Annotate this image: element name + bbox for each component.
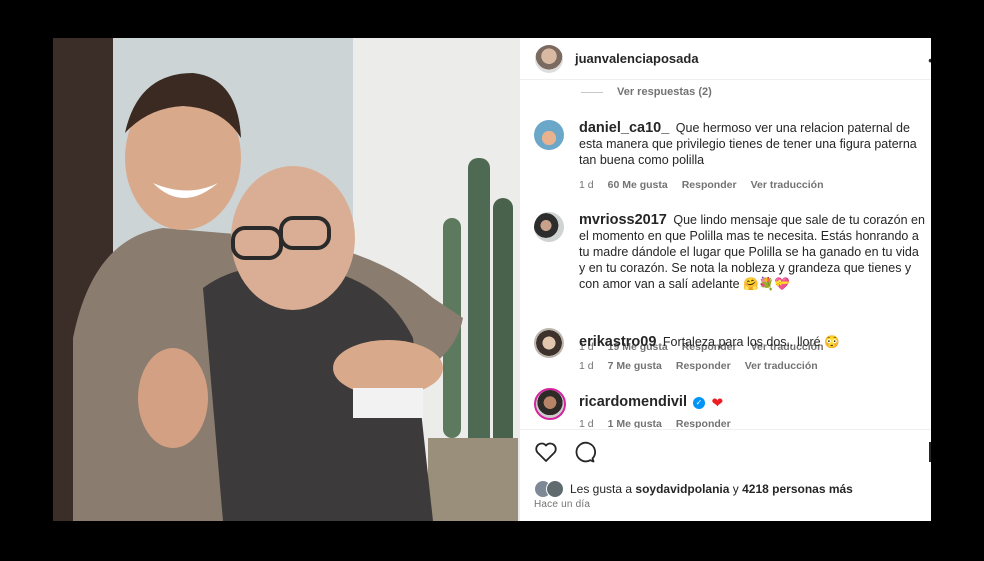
- reply-button[interactable]: Responder: [682, 179, 737, 191]
- commenter-avatar[interactable]: [534, 388, 566, 420]
- liker-username[interactable]: soydavidpolania: [635, 482, 729, 496]
- commenter-avatar[interactable]: [534, 328, 564, 358]
- heart-emoji-icon: ❤: [711, 394, 724, 411]
- comment-username[interactable]: erikastro09: [579, 334, 656, 350]
- more-icon[interactable]: •: [928, 52, 931, 68]
- likes-prefix: Les gusta a: [570, 482, 633, 496]
- commenter-avatar[interactable]: [534, 120, 564, 150]
- bookmark-icon[interactable]: [929, 442, 931, 462]
- comment-meta: 1 d 7 Me gusta Responder Ver traducción: [579, 360, 832, 372]
- likes-joiner: y: [732, 482, 739, 496]
- liker-avatar: [546, 480, 564, 498]
- reply-button[interactable]: Responder: [676, 418, 731, 428]
- comment-icon[interactable]: [572, 440, 596, 464]
- comment-likes[interactable]: 1 Me gusta: [608, 418, 662, 428]
- comment-username[interactable]: mvrioss2017: [579, 212, 667, 228]
- post-photo-illustration: [53, 38, 520, 521]
- comment-text-block: ricardomendivil ✓ ❤: [579, 394, 925, 411]
- action-icons: [534, 440, 596, 464]
- comment-text-block: erikastro09 Fortaleza para los dos.. llo…: [579, 334, 925, 350]
- comment-text: Fortaleza para los dos.. lloré 😳: [662, 335, 840, 349]
- comment-username[interactable]: ricardomendivil: [579, 394, 687, 410]
- reply-button[interactable]: Responder: [676, 360, 731, 372]
- comment-likes[interactable]: 7 Me gusta: [608, 360, 662, 372]
- comment-time: 1 d: [579, 179, 594, 191]
- post-actions: Les gusta a soydavidpolania y 4218 perso…: [520, 429, 931, 521]
- author-avatar[interactable]: [535, 44, 563, 73]
- view-replies-label: Ver respuestas (2): [617, 86, 712, 98]
- commenter-avatar[interactable]: [534, 212, 564, 242]
- post-photo[interactable]: [53, 38, 520, 521]
- post-header: juanvalenciaposada •: [520, 38, 931, 80]
- likes-count[interactable]: 4218 personas más: [742, 482, 853, 496]
- verified-badge-icon: ✓: [692, 396, 705, 409]
- comment-username[interactable]: daniel_ca10_: [579, 120, 669, 136]
- comments-list[interactable]: Ver respuestas (2) daniel_ca10_ Que herm…: [520, 80, 931, 428]
- comment-time: 1 d: [579, 418, 594, 428]
- author-username[interactable]: juanvalenciaposada: [575, 51, 699, 66]
- comment-time: 1 d: [579, 360, 594, 372]
- post-timestamp: Hace un día: [534, 499, 591, 510]
- view-replies-button[interactable]: Ver respuestas (2): [581, 86, 712, 98]
- replies-divider: [581, 91, 603, 93]
- comment-text-block: daniel_ca10_ Que hermoso ver una relacio…: [579, 120, 925, 168]
- translate-button[interactable]: Ver traducción: [751, 179, 824, 191]
- comment-meta: 1 d 1 Me gusta Responder: [579, 418, 745, 428]
- translate-button[interactable]: Ver traducción: [745, 360, 818, 372]
- comment-text-block: mvrioss2017 Que lindo mensaje que sale d…: [579, 212, 925, 292]
- post-modal: juanvalenciaposada • Ver respuestas (2) …: [53, 38, 931, 521]
- likes-summary[interactable]: Les gusta a soydavidpolania y 4218 perso…: [534, 480, 853, 498]
- comment-likes[interactable]: 60 Me gusta: [608, 179, 668, 191]
- comments-panel: juanvalenciaposada • Ver respuestas (2) …: [520, 38, 931, 521]
- heart-icon[interactable]: [534, 440, 558, 464]
- comment-meta: 1 d 60 Me gusta Responder Ver traducción: [579, 179, 838, 191]
